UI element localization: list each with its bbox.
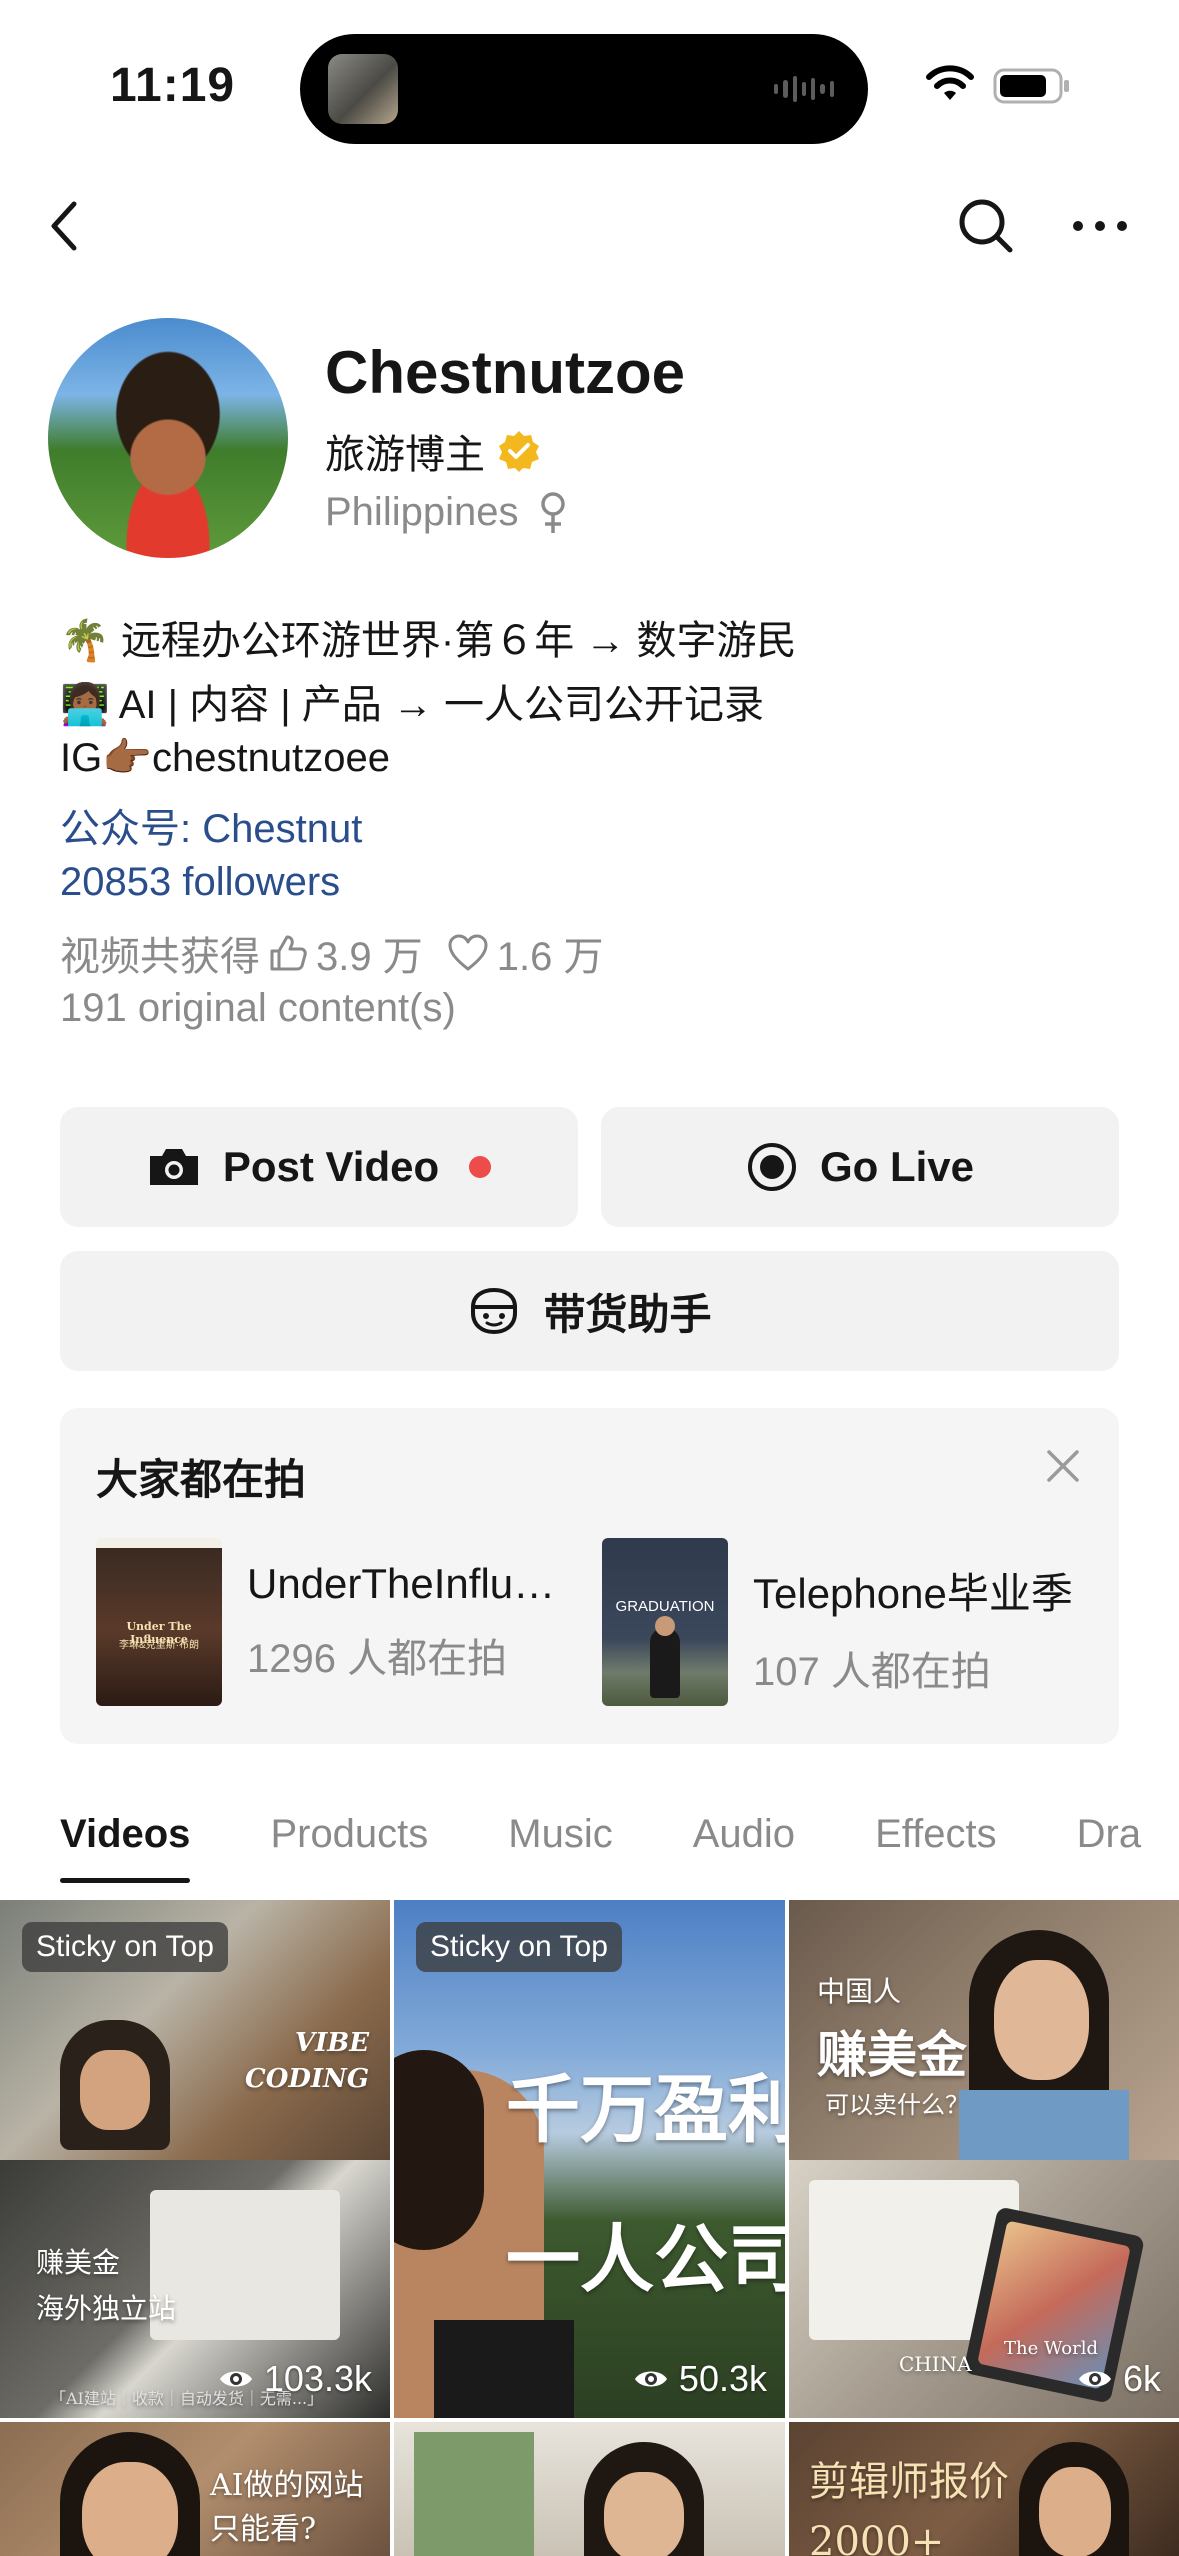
now-playing-thumbnail xyxy=(328,54,398,124)
view-count: 103.3k xyxy=(218,2358,372,2400)
video-overlay-text: AI做的网站 只能看? xyxy=(210,2468,364,2547)
live-record-icon xyxy=(747,1143,796,1191)
video-overlay-text: 赚美金 海外独立站 xyxy=(36,2246,177,2325)
eye-icon xyxy=(219,2371,252,2387)
tab-drafts[interactable]: Dra xyxy=(1077,1812,1141,1857)
verified-badge-icon xyxy=(499,431,539,472)
profile-title-row: 旅游博主 xyxy=(325,422,541,480)
video-tile[interactable]: AI做的网站 只能看? xyxy=(0,2422,390,2556)
trending-item-2[interactable]: GRADUATION Telephone毕业季 107 人都在拍 xyxy=(602,1538,1083,1706)
original-content-count[interactable]: 191 original content(s) xyxy=(60,986,456,1031)
video-thumbnail-top: 中国人 赚美金 可以卖什么？ xyxy=(789,1900,1179,2160)
go-live-button[interactable]: Go Live xyxy=(601,1107,1119,1227)
profile-location: Philippines xyxy=(325,490,519,534)
video-overlay-text: 一人公司 xyxy=(506,2217,785,2303)
heart-icon xyxy=(448,934,488,971)
trending-name: UnderTheInfluence xyxy=(247,1560,577,1607)
trending-name: Telephone毕业季 xyxy=(753,1570,1073,1617)
bio-line-2: 👩🏾‍💻 AI | 内容 | 产品 → 一人公司公开记录 xyxy=(60,683,764,727)
eye-icon xyxy=(1078,2371,1111,2387)
chevron-left-icon xyxy=(51,201,77,251)
eye-icon xyxy=(634,2371,667,2387)
search-button[interactable] xyxy=(946,186,1026,266)
go-live-label: Go Live xyxy=(819,1143,975,1190)
tab-audio[interactable]: Audio xyxy=(693,1812,795,1857)
trending-count: 1296 人都在拍 xyxy=(247,1637,508,1681)
sales-assistant-label: 带货助手 xyxy=(543,1290,712,1338)
view-count: 50.3k xyxy=(633,2358,767,2400)
wifi-icon xyxy=(925,64,975,109)
avatar[interactable] xyxy=(48,318,288,558)
post-video-button[interactable]: Post Video xyxy=(60,1107,578,1227)
video-tile[interactable]: 剪辑师报价 2000+ xyxy=(789,2422,1179,2556)
hearts-count: 1.6 万 xyxy=(496,935,604,979)
tab-effects[interactable]: Effects xyxy=(875,1812,997,1857)
close-button[interactable] xyxy=(1043,1446,1083,1486)
bio-line-1: 🌴 远程办公环游世界·第６年 → 数字游民 xyxy=(60,619,797,663)
camera-icon xyxy=(149,1149,198,1185)
video-overlay-text: 剪辑师报价 2000+ xyxy=(809,2459,1009,2556)
assistant-robot-icon xyxy=(471,1287,518,1335)
content-tabs: Videos Products Music Audio Effects Dra xyxy=(60,1812,1179,1883)
tab-videos[interactable]: Videos xyxy=(60,1812,191,1883)
audio-wave-icon xyxy=(774,74,834,104)
video-overlay-text: 千万盈利 xyxy=(506,2067,785,2153)
palm-tree-icon: 🌴 xyxy=(60,619,110,663)
trending-item-1[interactable]: Under The Influence 李琳&克里斯·布朗 UnderTheIn… xyxy=(96,1538,577,1706)
video-tile[interactable] xyxy=(394,2422,785,2556)
more-icon xyxy=(1073,221,1127,231)
more-button[interactable] xyxy=(1060,186,1140,266)
followers-link[interactable]: 20853 followers xyxy=(60,860,340,905)
video-tile[interactable]: 中国人 赚美金 可以卖什么？ CHINA The World 6k xyxy=(789,1900,1179,2418)
official-account-link[interactable]: 公众号: Chestnut xyxy=(60,796,362,854)
recording-dot-icon xyxy=(469,1156,492,1178)
video-tile[interactable]: 千万盈利 一人公司 Sticky on Top 50.3k xyxy=(394,1900,785,2418)
trending-count: 107 人都在拍 xyxy=(753,1650,991,1694)
trending-title: 大家都在拍 xyxy=(96,1456,307,1503)
search-icon xyxy=(959,199,1013,253)
profile-title: 旅游博主 xyxy=(325,433,485,477)
view-count: 6k xyxy=(1077,2358,1161,2400)
stats-label: 视频共获得 xyxy=(60,935,260,979)
trending-thumbnail: GRADUATION xyxy=(602,1538,728,1706)
tab-music[interactable]: Music xyxy=(508,1812,612,1857)
sticky-badge: Sticky on Top xyxy=(22,1922,228,1972)
sticky-badge: Sticky on Top xyxy=(416,1922,622,1972)
back-button[interactable] xyxy=(24,186,104,266)
thumbs-up-icon xyxy=(270,935,307,971)
status-time: 11:19 xyxy=(110,59,236,112)
battery-icon xyxy=(993,66,1073,111)
video-tile[interactable]: VIBE CODING 赚美金 海外独立站 「AI建站｜收款｜自动发货｜无需...」… xyxy=(0,1900,390,2418)
bio-line-3: IG👉🏾chestnutzoee xyxy=(60,736,390,780)
video-overlay-text: VIBE CODING xyxy=(245,2028,370,2094)
trending-thumbnail: Under The Influence 李琳&克里斯·布朗 xyxy=(96,1538,222,1706)
profile-location-row: Philippines xyxy=(325,490,568,535)
likes-count: 3.9 万 xyxy=(316,935,423,979)
technologist-icon: 👩🏾‍💻 xyxy=(60,683,110,727)
post-video-label: Post Video xyxy=(222,1143,440,1190)
stats-row: 视频共获得 3.9 万 1.6 万 xyxy=(60,924,603,982)
profile-name: Chestnutzoe xyxy=(325,339,685,406)
female-icon xyxy=(541,491,566,533)
tab-products[interactable]: Products xyxy=(270,1812,428,1857)
dynamic-island[interactable] xyxy=(300,34,868,144)
close-icon xyxy=(1047,1450,1079,1482)
trending-card: 大家都在拍 Under The Influence 李琳&克里斯·布朗 Unde… xyxy=(60,1408,1119,1744)
sales-assistant-button[interactable]: 带货助手 xyxy=(60,1251,1119,1371)
